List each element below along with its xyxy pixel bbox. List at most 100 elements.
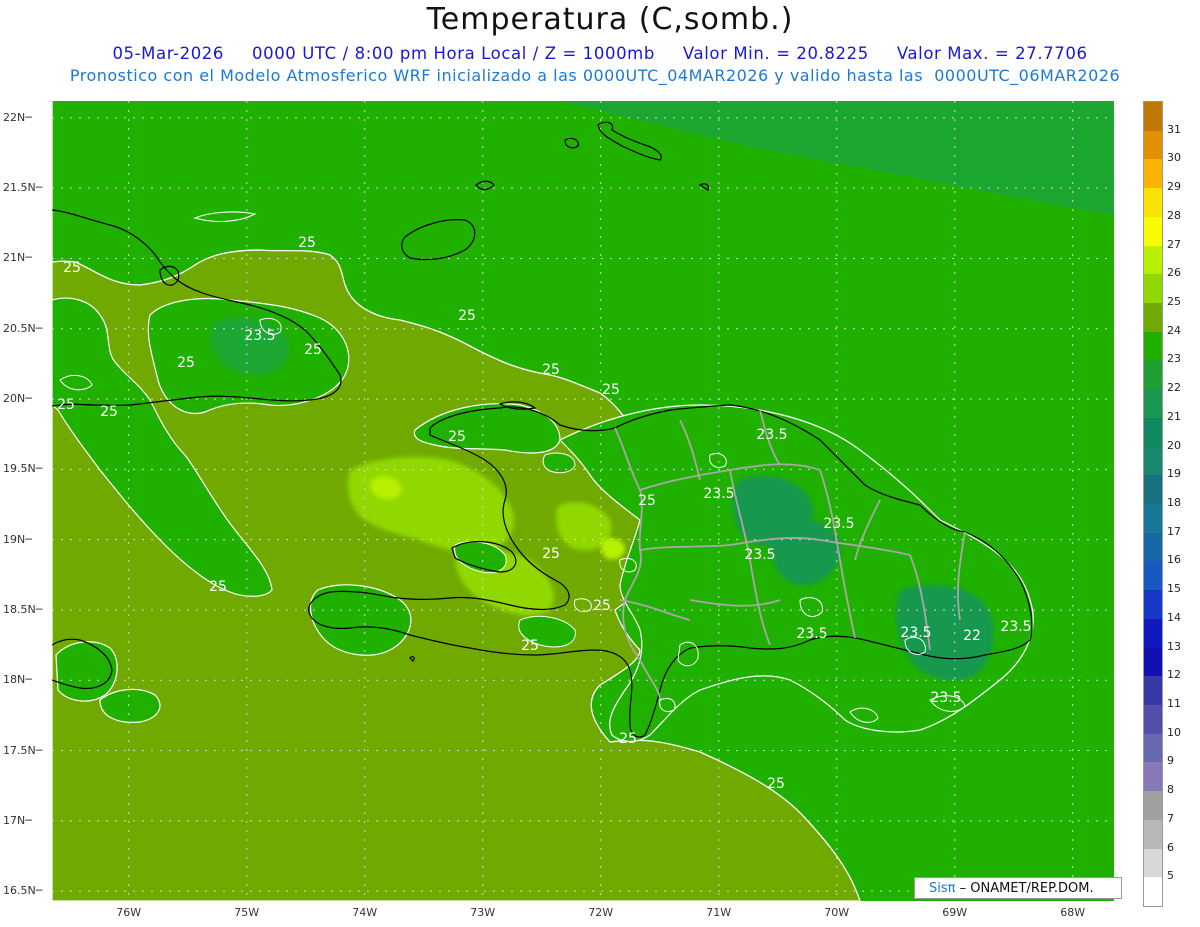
legend-swatch [1144,331,1162,361]
contour-label: 25 [638,493,656,509]
lat-tick-label: 19N─ [3,532,32,546]
lon-tick-label: 73W [470,906,496,919]
lat-tick-label: 19.5N─ [3,462,43,476]
legend-value-label: 30 [1167,151,1181,165]
legend-swatch [1144,417,1162,448]
contour-label: 25 [542,546,560,562]
legend-value-label: 20 [1167,438,1181,452]
lon-tick-label: 76W [116,906,142,919]
lat-tick-label: 21.5N─ [3,181,43,195]
contour-label: 23.5 [756,427,787,443]
contour-label: 23.5 [744,547,775,563]
legend-swatch [1144,130,1162,160]
legend-value-label: 11 [1167,697,1181,710]
legend-swatch [1144,360,1162,390]
legend-value-label: 24 [1167,323,1181,337]
legend-value-label: 26 [1167,266,1181,280]
contour-label: 25 [298,235,316,251]
contour-label: 25 [100,404,118,420]
contour-label: 25 [542,362,560,378]
contour-label: 25 [63,260,81,276]
field-ja-green [55,641,118,702]
contour-label: 25 [448,429,466,445]
contour-label: 25 [57,397,75,413]
legend-swatch [1144,647,1162,677]
lat-tick-label: 18N─ [3,673,32,687]
legend-value-label: 9 [1167,754,1174,768]
contour-label: 25 [767,776,785,792]
contour-label: 23.5 [703,486,734,502]
legend-value-label: 31 [1167,122,1181,136]
legend-swatch [1144,733,1162,763]
lon-tick-label: 75W [234,906,260,919]
legend-value-label: 16 [1167,553,1181,567]
legend-value-label: 18 [1167,496,1181,509]
lon-tick-label: 70W [824,906,850,919]
legend-swatch [1144,676,1162,706]
color-legend [1143,101,1163,907]
contour-label: 25 [304,342,322,358]
legend-value-label: 19 [1167,467,1181,481]
lat-tick-label: 22N─ [3,110,32,124]
legend-value-label: 17 [1167,524,1181,538]
contour-label: 25 [177,355,195,371]
legend-swatch [1144,303,1162,333]
lon-tick-label: 74W [352,906,378,919]
legend-swatch [1144,532,1162,562]
legend-swatch [1144,762,1162,792]
legend-value-label: 15 [1167,582,1181,596]
contour-label: 25 [209,579,227,595]
contour-label: 25 [619,731,637,747]
lon-tick-label: 69W [942,906,968,919]
legend-swatch [1144,475,1162,505]
legend-swatch [1144,446,1162,476]
legend-value-label: 14 [1167,610,1181,624]
lon-tick-label: 71W [706,906,732,919]
legend-value-label: 8 [1167,783,1174,797]
legend-swatch [1144,561,1162,591]
legend-swatch [1144,590,1162,620]
legend-value-label: 22 [1167,381,1181,395]
contour-label: 23.5 [244,328,275,344]
lon-tick-label: 72W [588,906,614,919]
legend-swatch [1144,188,1162,218]
legend-value-label: 25 [1167,295,1181,308]
legend-swatch [1144,216,1162,247]
lat-tick-label: 18.5N─ [3,602,43,616]
legend-swatch [1144,848,1162,878]
contour-label: 23.5 [823,516,854,532]
contour-label: 25 [602,382,620,398]
legend-value-label: 29 [1167,180,1181,194]
legend-swatch [1144,102,1162,132]
sispi-logo: Sisπ [929,881,956,896]
credit-text: – ONAMET/REP.DOM. [959,881,1094,896]
lon-tick-label: 68W [1060,906,1086,919]
legend-swatch [1144,274,1162,304]
lat-tick-label: 20.5N─ [3,321,43,335]
legend-swatch [1144,245,1162,275]
lat-tick-label: 16.5N─ [3,884,43,898]
legend-value-label: 6 [1167,840,1174,854]
legend-swatch [1144,389,1162,419]
legend-value-label: 13 [1167,639,1181,653]
legend-value-label: 12 [1167,668,1181,682]
legend-swatch [1144,877,1162,907]
lat-tick-label: 20N─ [3,392,32,406]
legend-swatch [1144,159,1162,189]
contour-label: 22 [963,628,981,644]
contour-label: 25 [593,598,611,614]
contour-label: 25 [458,308,476,324]
temperature-map: 25 25 25 25 25 25 25 25 25 25 25 25 25 25 25 23.5 23.5 23… [52,101,1114,901]
contour-label: 23.5 [1000,619,1031,635]
contour-label: 23.5 [930,690,961,706]
contour-label: 25 [521,638,539,654]
legend-value-label: 23 [1167,352,1181,366]
credit-box: Sisπ – ONAMET/REP.DOM. [914,877,1122,899]
contour-label: 23.5 [900,625,931,641]
legend-value-label: 27 [1167,237,1181,251]
legend-value-label: 5 [1167,869,1174,883]
lat-tick-label: 17.5N─ [3,743,43,757]
legend-value-label: 28 [1167,208,1181,222]
legend-swatch [1144,819,1162,850]
legend-swatch [1144,618,1162,649]
